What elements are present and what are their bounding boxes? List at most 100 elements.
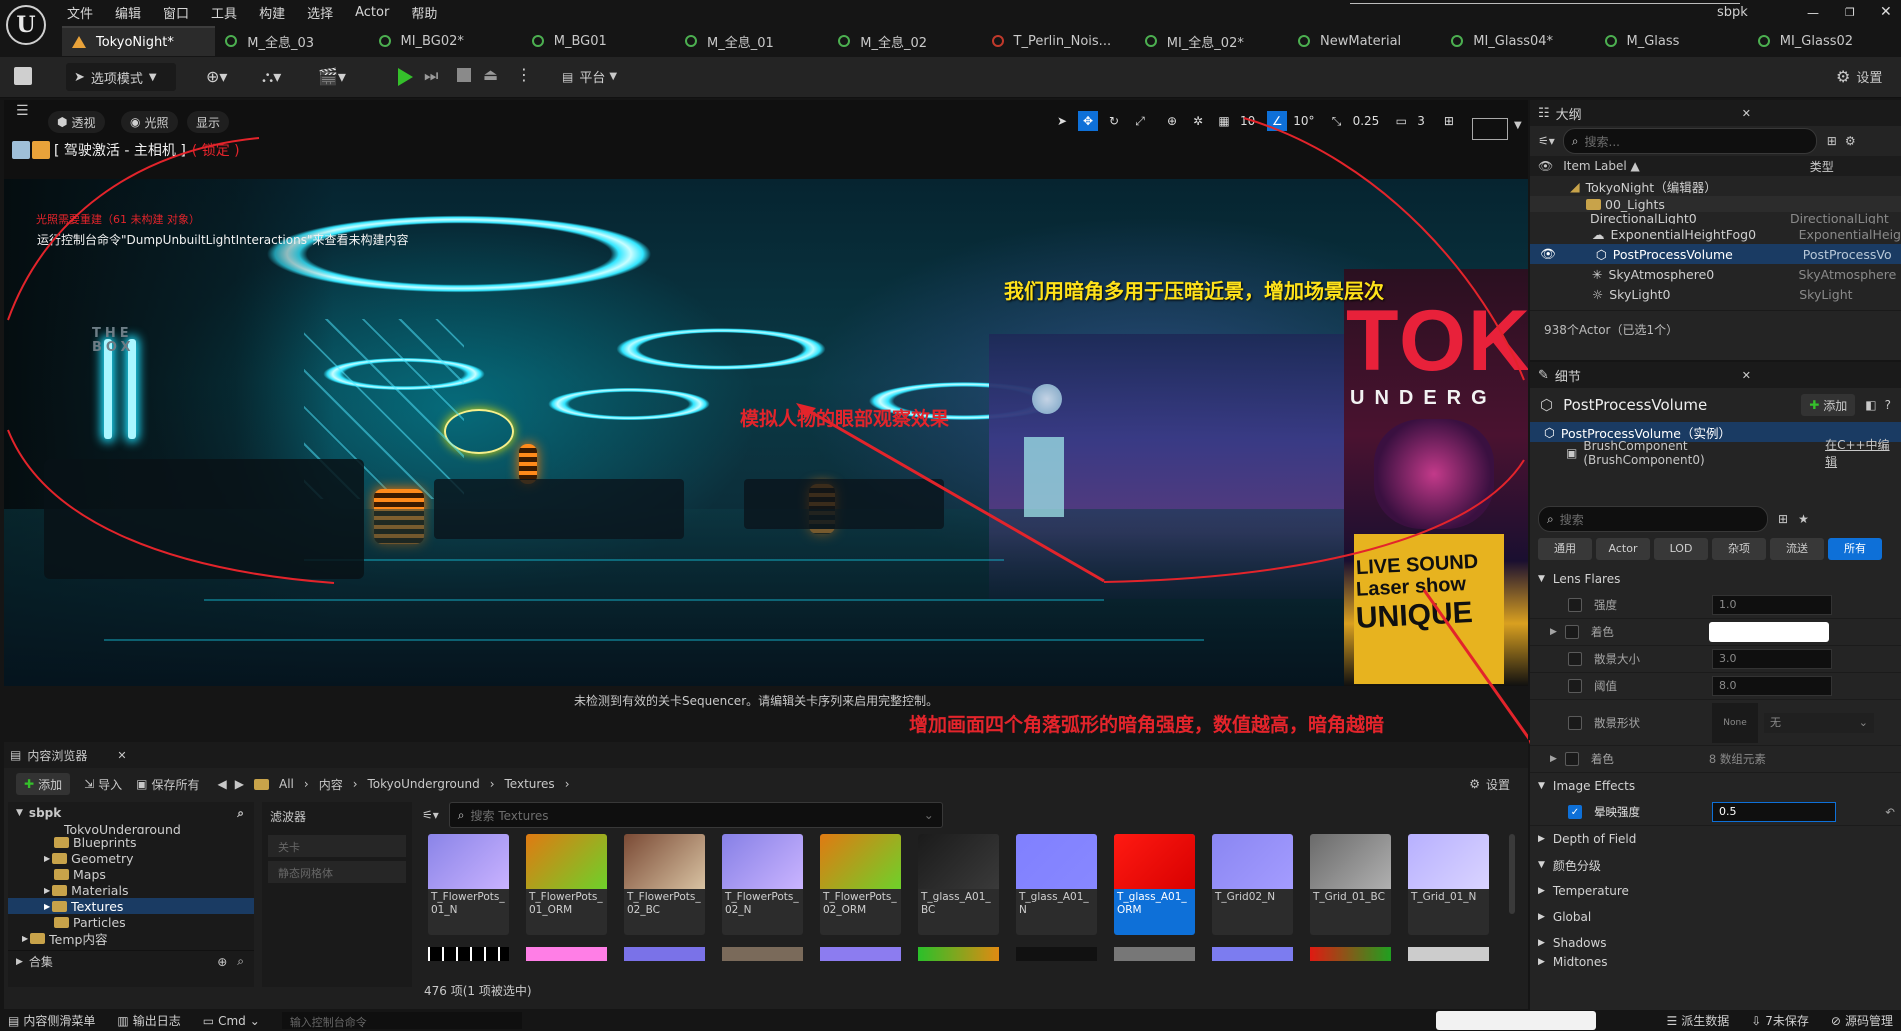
content-browser-tab[interactable]: ▤ 内容浏览器 ✕	[4, 742, 1528, 768]
tab-t-perlin-noise[interactable]: T_Perlin_Nois...	[982, 26, 1135, 56]
filter-streaming[interactable]: 流送	[1770, 538, 1824, 560]
details-tab[interactable]: ✎ 细节 ✕	[1530, 362, 1901, 388]
asset-tile[interactable]: T_glass_A01_BC	[918, 834, 999, 935]
console-input[interactable]: 输入控制台命令	[281, 1012, 522, 1029]
tree-temp[interactable]: ▶ Temp内容	[8, 930, 254, 947]
col-item-label[interactable]: Item Label ▲	[1563, 159, 1640, 173]
outliner-row-world[interactable]: ◢ TokyoNight（编辑器）	[1530, 176, 1901, 196]
asset-thumb-partial[interactable]	[526, 947, 607, 961]
tab-mi-glass04[interactable]: MI_Glass04*	[1441, 26, 1594, 56]
minimize-icon[interactable]: —	[1807, 6, 1819, 20]
close-tab-icon[interactable]: ✕	[117, 749, 126, 762]
asset-tile[interactable]: T_FlowerPots_02_N	[722, 834, 803, 935]
filter-static-mesh[interactable]: 静态网格体	[268, 861, 406, 883]
add-collection-icon[interactable]: ⊕	[217, 955, 227, 969]
asset-thumb-partial[interactable]	[1310, 947, 1391, 961]
override-checkbox[interactable]	[1568, 715, 1582, 730]
help-icon[interactable]: ?	[1885, 398, 1891, 412]
platform-menu[interactable]: ▤ 平台 ▼	[562, 67, 617, 87]
outliner-row-folder[interactable]: 00_Lights	[1530, 196, 1901, 212]
asset-picker[interactable]: 无 ⌄	[1764, 712, 1874, 733]
section-shadows[interactable]: ▶ Shadows	[1530, 930, 1901, 956]
more-options-icon[interactable]: ⋮	[516, 65, 532, 84]
add-component-button[interactable]: ✚ 添加	[1801, 394, 1856, 416]
tab-mi-glass02[interactable]: MI_Glass02	[1748, 26, 1901, 56]
asset-tile[interactable]: T_FlowerPots_02_ORM	[820, 834, 901, 935]
menu-tools[interactable]: 工具	[211, 3, 237, 22]
close-window-icon[interactable]: ✕	[1880, 4, 1892, 20]
gear-icon[interactable]: ⚙	[1845, 134, 1856, 148]
filter-lod[interactable]: LOD	[1654, 538, 1708, 560]
filter-all[interactable]: 所有	[1828, 538, 1882, 560]
asset-scrollbar[interactable]	[1509, 834, 1515, 914]
outliner-row-fog[interactable]: ☁ ExponentialHeightFog0 ExponentialHeig	[1530, 224, 1901, 244]
sources-root[interactable]: ▼ sbpk ⌕	[8, 802, 254, 824]
add-folder-icon[interactable]: ⊞	[1827, 134, 1837, 148]
mode-select[interactable]: ➤ 选项模式 ▼	[66, 63, 176, 91]
override-checkbox[interactable]	[1564, 752, 1579, 766]
content-settings-button[interactable]: ⚙ 设置	[1469, 776, 1510, 793]
visibility-icon[interactable]: 👁	[1538, 159, 1553, 173]
section-lens-flares[interactable]: ▼ Lens Flares	[1530, 566, 1901, 592]
ime-toolbar[interactable]	[1436, 1011, 1597, 1030]
close-tab-icon[interactable]: ✕	[1742, 107, 1751, 120]
maximize-icon[interactable]: ❐	[1845, 6, 1855, 19]
filter-actor[interactable]: Actor	[1596, 538, 1650, 560]
outliner-row-skylight[interactable]: ☼ SkyLight0 SkyLight	[1530, 284, 1901, 304]
prop-value[interactable]: 3.0	[1712, 649, 1832, 669]
menu-build[interactable]: 构建	[259, 3, 285, 22]
unsaved-button[interactable]: ⇩ 7未保存	[1751, 1012, 1809, 1029]
override-checkbox[interactable]	[1568, 679, 1582, 693]
prop-value[interactable]: 1.0	[1712, 595, 1832, 615]
menu-window[interactable]: 窗口	[163, 3, 189, 22]
filter-level[interactable]: 关卡	[268, 835, 406, 857]
col-type[interactable]: 类型	[1810, 158, 1834, 175]
blueprint-icon[interactable]: ◧	[1865, 398, 1876, 412]
menu-help[interactable]: 帮助	[411, 3, 437, 22]
output-log-button[interactable]: ▥ 输出日志	[117, 1012, 180, 1029]
color-swatch[interactable]	[1708, 622, 1829, 642]
asset-search-input[interactable]: ⌕ 搜索 Textures ⌄	[448, 802, 943, 828]
tab-tokyonight[interactable]: TokyoNight*	[62, 26, 216, 56]
outliner-row-postprocess[interactable]: 👁 ⬡ PostProcessVolume PostProcessVo	[1530, 244, 1901, 264]
outliner-search-input[interactable]: ⌕ 搜索...	[1562, 128, 1817, 154]
import-button[interactable]: ⇲ 导入	[84, 776, 122, 793]
asset-tile[interactable]: T_FlowerPots_02_BC	[624, 834, 705, 935]
menu-edit[interactable]: 编辑	[115, 3, 141, 22]
asset-tile[interactable]: T_Grid_01_N	[1408, 834, 1489, 935]
collections-row[interactable]: ▶ 合集 ⊕ ⌕	[8, 950, 254, 972]
tree-maps[interactable]: Maps	[8, 866, 254, 882]
menu-actor[interactable]: Actor	[355, 5, 389, 20]
cmd-select[interactable]: ▭ Cmd ⌄	[203, 1014, 260, 1028]
asset-thumb-partial[interactable]	[1016, 947, 1097, 961]
tab-m-holo-01[interactable]: M_全息_01	[675, 26, 828, 56]
filter-misc[interactable]: 杂项	[1712, 538, 1766, 560]
content-drawer-button[interactable]: ▤ 内容侧滑菜单	[8, 1012, 95, 1029]
breadcrumb-textures[interactable]: Textures	[505, 777, 555, 791]
derived-data-button[interactable]: ☰ 派生数据	[1666, 1012, 1729, 1029]
back-icon[interactable]: ◀	[218, 777, 227, 791]
tab-newmaterial[interactable]: NewMaterial	[1288, 26, 1441, 56]
override-checkbox[interactable]	[1564, 625, 1579, 639]
asset-tile[interactable]: T_FlowerPots_01_ORM	[526, 834, 607, 935]
tab-m-holo-02[interactable]: M_全息_02	[828, 26, 981, 56]
override-checkbox[interactable]	[1568, 652, 1582, 666]
section-image-effects[interactable]: ▼ Image Effects	[1530, 773, 1901, 799]
tree-blueprints[interactable]: Blueprints	[8, 834, 254, 850]
outliner-tab[interactable]: ☷ 大纲 ✕	[1530, 100, 1901, 126]
outliner-row-directional-light[interactable]: DirectionalLight0 DirectionalLight	[1530, 212, 1901, 224]
tab-m-holo-03[interactable]: M_全息_03	[215, 26, 368, 56]
chevron-right-icon[interactable]: ▶	[1550, 754, 1557, 764]
texture-thumbnail[interactable]: None	[1712, 702, 1758, 743]
tree-tokyounderground[interactable]: TokyoUnderground	[8, 824, 254, 834]
details-search-input[interactable]: ⌕ 搜索	[1538, 506, 1768, 532]
eject-icon[interactable]: ⏏	[483, 65, 498, 84]
menu-select[interactable]: 选择	[307, 3, 333, 22]
asset-thumb-partial[interactable]	[1408, 947, 1489, 961]
tree-geometry[interactable]: ▶ Geometry	[8, 850, 254, 866]
tab-mi-holo-02[interactable]: MI_全息_02*	[1135, 26, 1288, 56]
asset-tile[interactable]: T_FlowerPots_01_N	[428, 834, 509, 935]
filter-icon[interactable]: ⚟▾	[422, 808, 439, 822]
cinematics-icon[interactable]: 🎬▾	[318, 67, 346, 86]
save-all-button[interactable]: ▣ 保存所有	[136, 776, 199, 793]
